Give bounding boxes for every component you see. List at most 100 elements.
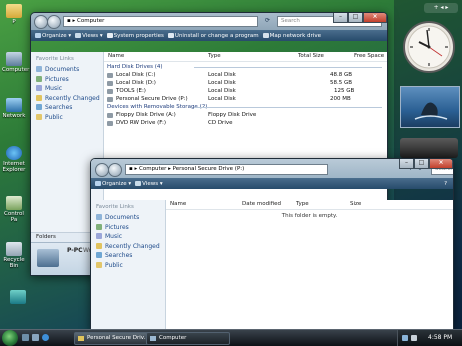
application-icon — [10, 290, 26, 304]
organize-button[interactable]: Organize ▾ — [95, 180, 131, 187]
column-total-size[interactable]: Total Size — [298, 52, 324, 61]
views-button[interactable]: Views ▾ — [135, 180, 163, 187]
window-caption-buttons: – □ × — [399, 159, 453, 169]
desktop-icon-label: Computer — [2, 67, 30, 73]
desktop-icon-label: P — [12, 19, 16, 25]
column-date-modified[interactable]: Date modified — [242, 200, 281, 209]
taskbar-button-personal-secure-drive[interactable]: Personal Secure Driv... — [74, 332, 156, 345]
folder-icon — [6, 4, 22, 18]
forward-button[interactable] — [47, 15, 61, 29]
maximize-button[interactable]: □ — [414, 159, 429, 169]
uninstall-program-button[interactable]: Uninstall or change a program — [167, 32, 259, 39]
volume-tray-icon[interactable] — [411, 335, 417, 341]
empty-folder-message: This folder is empty. — [281, 213, 338, 219]
favorite-link-public[interactable]: Public — [91, 261, 165, 271]
minimize-button[interactable]: – — [333, 13, 348, 23]
organize-button[interactable]: Organize ▾ — [35, 32, 71, 39]
drive-icon — [107, 80, 113, 86]
favorite-link-pictures[interactable]: Pictures — [91, 223, 165, 233]
close-button[interactable]: × — [363, 13, 387, 23]
music-icon — [96, 233, 102, 239]
clock-text[interactable]: 4:58 PM — [428, 334, 452, 341]
forward-button[interactable] — [108, 163, 122, 177]
back-button[interactable] — [95, 163, 109, 177]
group-header-removable[interactable]: Devices with Removable Storage (2) — [104, 103, 387, 111]
close-button[interactable]: × — [429, 159, 453, 169]
slideshow-gadget[interactable] — [400, 86, 460, 128]
map-network-drive-button[interactable]: Map network drive — [262, 32, 321, 39]
drive-window-chrome: ▪ ▸ Computer ▸ Personal Secure Drive (P:… — [91, 159, 453, 189]
organize-icon — [35, 32, 41, 38]
favorite-link-public[interactable]: Public — [31, 113, 103, 123]
start-button[interactable] — [2, 330, 18, 346]
back-button[interactable] — [34, 15, 48, 29]
column-type[interactable]: Type — [296, 200, 309, 209]
address-bar[interactable]: ▪ ▸ Computer — [63, 16, 258, 27]
taskbar-button-computer[interactable]: Computer — [146, 332, 230, 345]
column-type[interactable]: Type — [208, 52, 221, 61]
favorite-link-music[interactable]: Music — [91, 232, 165, 242]
drive-row[interactable]: Local Disk (C:) Local Disk 48.8 GB — [104, 71, 387, 79]
window-caption-buttons: – □ × — [333, 13, 387, 23]
system-properties-button[interactable]: System properties — [106, 32, 164, 39]
sidebar-top-controls[interactable]: + ◂ ▸ — [424, 3, 458, 13]
desktop-icon-internet-explorer[interactable]: Internet Explorer — [2, 146, 26, 173]
recently-changed-icon — [96, 242, 102, 249]
pictures-icon — [96, 223, 102, 230]
favorite-link-documents[interactable]: Documents — [91, 213, 165, 223]
drive-row[interactable]: Floppy Disk Drive (A:) Floppy Disk Drive — [104, 111, 387, 119]
feed-gadget[interactable] — [400, 138, 458, 158]
desktop-icon-recycle-bin[interactable]: Recycle Bin — [2, 242, 26, 269]
navigation-pane: Favorite Links Documents Pictures Music … — [91, 200, 166, 331]
desktop-icon-user[interactable]: P — [2, 4, 26, 25]
column-size[interactable]: Size — [350, 200, 361, 209]
internet-explorer-icon[interactable] — [42, 334, 49, 341]
navigation-bar: ▪ ▸ Computer ⟳ Search – □ × — [31, 13, 387, 30]
clock-gadget[interactable] — [402, 20, 456, 74]
drive-icon — [107, 72, 113, 78]
column-name[interactable]: Name — [108, 52, 124, 61]
quick-launch — [22, 334, 70, 342]
favorite-link-documents[interactable]: Documents — [31, 65, 103, 75]
floppy-icon — [107, 112, 113, 118]
command-bar: Organize ▾ Views ▾ ? — [91, 178, 453, 189]
favorite-link-pictures[interactable]: Pictures — [31, 75, 103, 85]
views-button[interactable]: Views ▾ — [75, 32, 103, 39]
computer-small-icon: ▪ ▸ — [67, 18, 77, 24]
favorite-link-searches[interactable]: Searches — [91, 251, 165, 261]
minimize-button[interactable]: – — [399, 159, 414, 169]
favorite-link-music[interactable]: Music — [31, 84, 103, 94]
drive-row[interactable]: Personal Secure Drive (P:) Local Disk 200 … — [104, 95, 387, 103]
favorite-link-recently-changed[interactable]: Recently Changed — [91, 242, 165, 252]
favorite-link-searches[interactable]: Searches — [31, 103, 103, 113]
computer-window-chrome: ▪ ▸ Computer ⟳ Search – □ × Organize ▾ V… — [31, 13, 387, 41]
column-free-space[interactable]: Free Space — [354, 52, 384, 61]
desktop-icon-network[interactable]: Network — [2, 98, 26, 119]
desktop-icon-label: Recycle Bin — [3, 257, 25, 269]
personal-secure-drive-window[interactable]: ▪ ▸ Computer ▸ Personal Secure Drive (P:… — [90, 158, 454, 332]
drive-row[interactable]: Local Disk (D:) Local Disk 58.5 GB — [104, 79, 387, 87]
desktop-icon-computer[interactable]: Computer — [2, 52, 30, 73]
show-desktop-icon[interactable] — [22, 334, 29, 341]
group-header-hard-disks[interactable]: Hard Disk Drives (4) — [104, 63, 387, 71]
recently-changed-icon — [36, 94, 42, 101]
favorite-links-title: Favorite Links — [36, 56, 74, 62]
network-icon — [6, 98, 22, 112]
switch-windows-icon[interactable] — [32, 334, 39, 341]
maximize-button[interactable]: □ — [348, 13, 363, 23]
drive-row[interactable]: DVD RW Drive (F:) CD Drive — [104, 119, 387, 127]
desktop-icon-extra[interactable] — [6, 290, 30, 305]
searches-icon — [96, 252, 102, 258]
desktop-icon-label: Control Pa — [4, 211, 24, 223]
column-name[interactable]: Name — [170, 200, 186, 209]
desktop-icon-control-panel[interactable]: Control Pa — [2, 196, 26, 223]
file-list: Name Date modified Type Size This folder… — [166, 200, 453, 331]
network-tray-icon[interactable] — [402, 335, 408, 341]
help-icon[interactable]: ? — [444, 181, 447, 187]
address-bar[interactable]: ▪ ▸ Computer ▸ Personal Secure Drive (P:… — [125, 164, 328, 175]
details-computer-name: P-PC — [67, 247, 83, 254]
refresh-button[interactable]: ⟳ — [265, 16, 274, 25]
drive-row[interactable]: TOOLS (E:) Local Disk 125 GB — [104, 87, 387, 95]
favorite-link-recently-changed[interactable]: Recently Changed — [31, 94, 103, 104]
documents-icon — [36, 66, 42, 72]
